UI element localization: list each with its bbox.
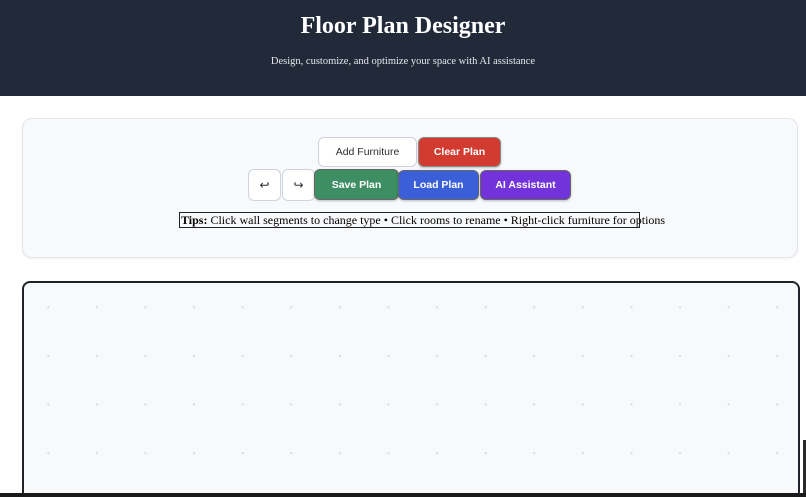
tips-text: Tips: Click wall segments to change type…	[179, 212, 665, 228]
tips-label: Tips:	[181, 213, 208, 227]
page-bottom-edge	[0, 493, 806, 497]
ai-assistant-label: AI Assistant	[495, 179, 556, 191]
page-header: Floor Plan Designer Design, customize, a…	[0, 0, 806, 96]
save-plan-label: Save Plan	[331, 178, 382, 191]
save-plan-button[interactable]: Save Plan	[314, 169, 399, 200]
add-furniture-button[interactable]: Add Furniture	[318, 137, 417, 167]
page-subtitle: Design, customize, and optimize your spa…	[270, 56, 536, 67]
floor-plan-canvas[interactable]	[22, 281, 800, 497]
tips-body: Click wall segments to change type • Cli…	[207, 213, 666, 227]
undo-icon: ↩	[259, 178, 270, 192]
load-plan-button[interactable]: Load Plan	[398, 170, 479, 200]
redo-icon: ↪	[293, 178, 304, 192]
clear-plan-button[interactable]: Clear Plan	[418, 137, 501, 167]
ai-assistant-button[interactable]: AI Assistant	[480, 170, 571, 200]
add-furniture-label: Add Furniture	[335, 146, 400, 158]
page-title: Floor Plan Designer	[300, 13, 506, 39]
undo-button[interactable]: ↩	[248, 169, 281, 201]
redo-button[interactable]: ↪	[282, 169, 315, 201]
load-plan-label: Load Plan	[413, 179, 464, 191]
clear-plan-label: Clear Plan	[433, 146, 486, 158]
